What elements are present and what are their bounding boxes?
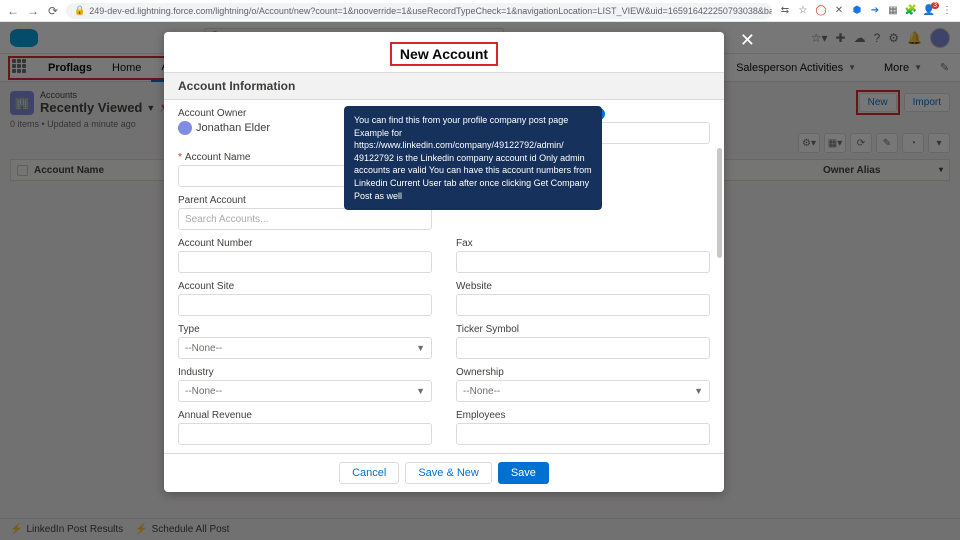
ext-icon[interactable]: ⬢: [850, 4, 864, 18]
ext-icon[interactable]: 🧩: [904, 4, 918, 18]
back-icon[interactable]: ←: [6, 4, 20, 18]
input-fax[interactable]: [456, 251, 710, 273]
input-parent-account[interactable]: Search Accounts...: [178, 208, 432, 230]
label-industry: Industry: [178, 367, 432, 378]
input-annual-revenue[interactable]: [178, 423, 432, 445]
chevron-down-icon[interactable]: ▼: [694, 386, 703, 396]
label-annual-revenue: Annual Revenue: [178, 410, 432, 421]
ext-icon[interactable]: 👤3: [922, 4, 936, 18]
label-fax: Fax: [456, 238, 710, 249]
cancel-button[interactable]: Cancel: [339, 462, 399, 484]
ext-icon[interactable]: ▦: [886, 4, 900, 18]
new-account-modal: New Account Account Information You can …: [164, 32, 724, 492]
input-website[interactable]: [456, 294, 710, 316]
help-tooltip: You can find this from your profile comp…: [344, 106, 602, 210]
close-icon[interactable]: ✕: [740, 30, 755, 51]
input-account-number[interactable]: [178, 251, 432, 273]
menu-icon[interactable]: ⋮: [940, 4, 954, 18]
label-ownership: Ownership: [456, 367, 710, 378]
url-bar[interactable]: 🔒 249-dev-ed.lightning.force.com/lightni…: [66, 3, 772, 19]
label-website: Website: [456, 281, 710, 292]
extension-icons: ⇆ ☆ ◯ ✕ ⬢ ➔ ▦ 🧩 👤3 ⋮: [778, 4, 954, 18]
label-account-number: Account Number: [178, 238, 432, 249]
section-account-info: Account Information: [164, 72, 724, 100]
select-industry[interactable]: --None--▼: [178, 380, 432, 402]
label-account-site: Account Site: [178, 281, 432, 292]
ext-icon[interactable]: ➔: [868, 4, 882, 18]
browser-chrome: ← → ⟳ 🔒 249-dev-ed.lightning.force.com/l…: [0, 0, 960, 22]
owner-avatar-icon: [178, 121, 192, 135]
label-ticker: Ticker Symbol: [456, 324, 710, 335]
ext-icon[interactable]: ✕: [832, 4, 846, 18]
url-text: 249-dev-ed.lightning.force.com/lightning…: [89, 6, 772, 16]
save-button[interactable]: Save: [498, 462, 549, 484]
save-and-new-button[interactable]: Save & New: [405, 462, 492, 484]
input-employees[interactable]: [456, 423, 710, 445]
chevron-down-icon[interactable]: ▼: [416, 386, 425, 396]
modal-footer: Cancel Save & New Save: [164, 453, 724, 492]
input-account-site[interactable]: [178, 294, 432, 316]
select-ownership[interactable]: --None--▼: [456, 380, 710, 402]
ext-icon[interactable]: ◯: [814, 4, 828, 18]
modal-title: New Account: [390, 42, 498, 66]
chevron-down-icon[interactable]: ▼: [416, 343, 425, 353]
label-employees: Employees: [456, 410, 710, 421]
ext-icon[interactable]: ☆: [796, 4, 810, 18]
reload-icon[interactable]: ⟳: [46, 4, 60, 18]
ext-icon[interactable]: ⇆: [778, 4, 792, 18]
scrollbar[interactable]: [717, 148, 722, 413]
forward-icon[interactable]: →: [26, 4, 40, 18]
label-type: Type: [178, 324, 432, 335]
select-type[interactable]: --None--▼: [178, 337, 432, 359]
input-ticker[interactable]: [456, 337, 710, 359]
